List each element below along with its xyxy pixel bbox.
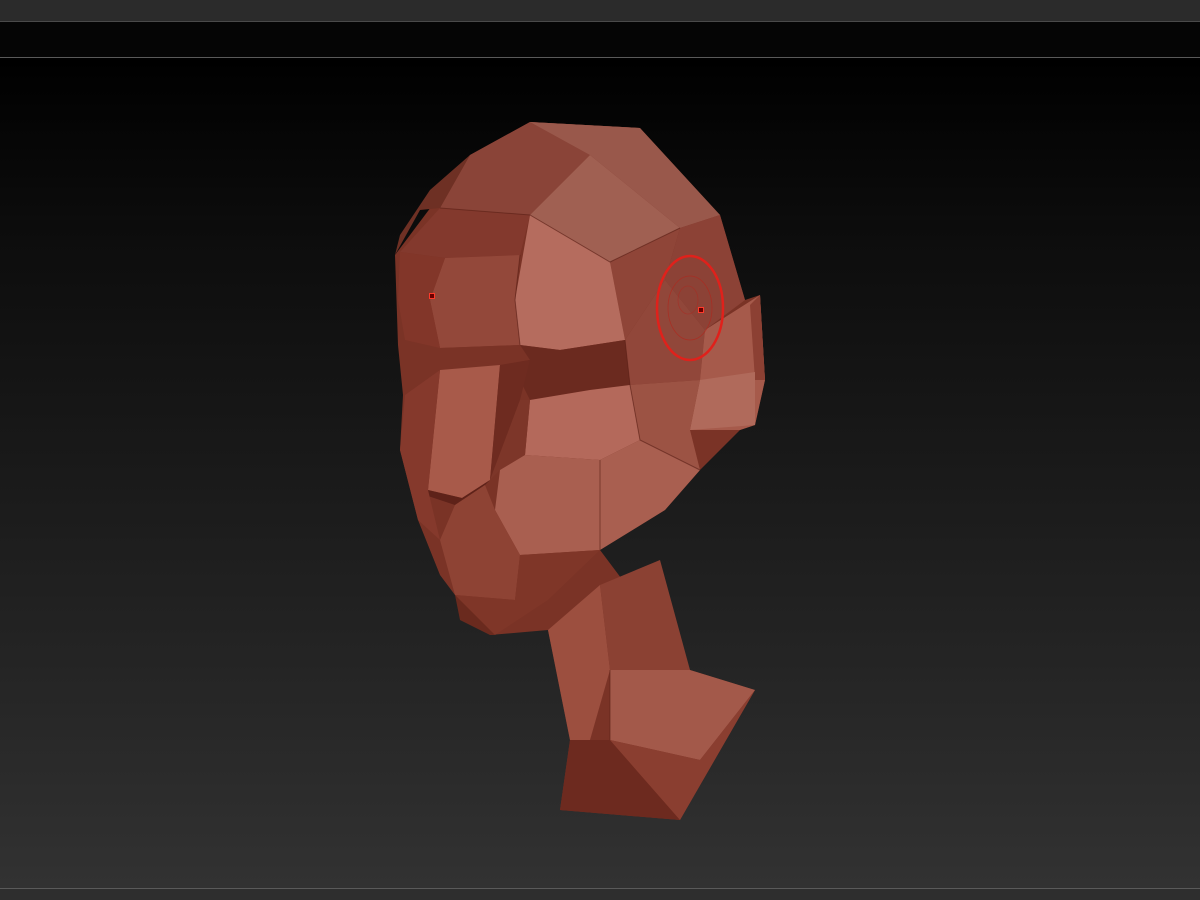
application-window bbox=[0, 0, 1200, 900]
mesh-face bbox=[430, 255, 520, 348]
symmetry-point-right bbox=[698, 307, 704, 313]
mesh-face bbox=[400, 208, 530, 258]
bottom-tray bbox=[0, 888, 1200, 900]
toolbar-shelf bbox=[0, 22, 1200, 58]
canvas-viewport[interactable] bbox=[0, 58, 1200, 888]
head-mesh[interactable] bbox=[0, 58, 1200, 888]
menu-strip bbox=[0, 0, 1200, 22]
symmetry-point-left bbox=[429, 293, 435, 299]
nose-face bbox=[428, 365, 500, 498]
